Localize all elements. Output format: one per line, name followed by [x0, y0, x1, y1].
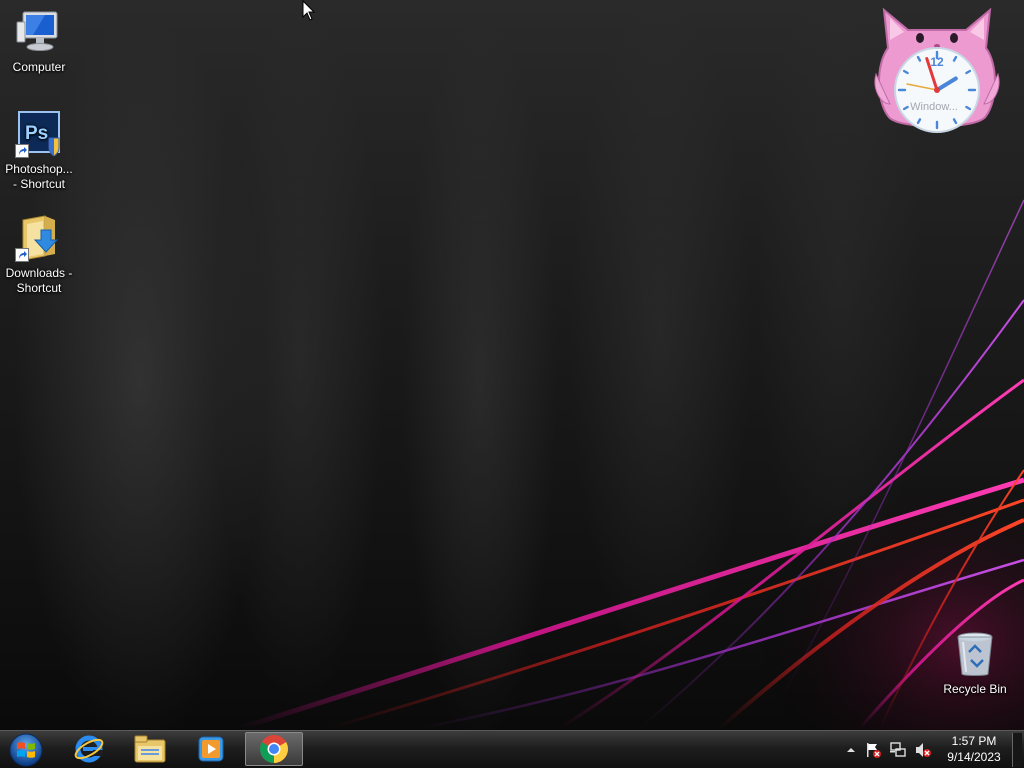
- file-explorer-icon: [134, 735, 166, 763]
- network-button[interactable]: [889, 741, 907, 759]
- network-icon: [890, 742, 906, 757]
- mouse-cursor-icon: [302, 0, 316, 21]
- desktop-icon-recycle-bin[interactable]: Recycle Bin: [937, 630, 1013, 697]
- wallpaper-light-streaks: [239, 199, 1024, 730]
- action-center-flag-icon: [867, 743, 881, 758]
- desktop-icon-label: Computer: [12, 60, 66, 74]
- shortcut-arrow-icon: [15, 144, 29, 158]
- media-player-icon: [198, 736, 224, 762]
- taskbar-chrome[interactable]: [245, 732, 303, 766]
- clock-numeral-12: 12: [930, 55, 944, 69]
- clock-date: 9/14/2023: [947, 750, 1001, 764]
- desktop-icon-photoshop-shortcut[interactable]: Ps Photoshop... - Shortcut: [1, 110, 77, 192]
- windows-logo-icon: [9, 733, 43, 767]
- desktop-icon-downloads-shortcut[interactable]: Downloads - Shortcut: [1, 214, 77, 296]
- action-center-button[interactable]: [864, 741, 882, 759]
- taskbar-internet-explorer[interactable]: [60, 732, 118, 766]
- start-button[interactable]: [6, 732, 46, 768]
- desktop-background[interactable]: Computer Ps Photoshop... - Shortcut Down…: [0, 0, 1024, 730]
- svg-text:Ps: Ps: [25, 123, 48, 144]
- notification-area: [840, 731, 940, 769]
- desktop-icon-label: Downloads -: [5, 266, 73, 280]
- desktop-icon-label: - Shortcut: [12, 177, 66, 191]
- chrome-icon: [260, 735, 288, 763]
- volume-muted-icon: [916, 743, 931, 757]
- show-hidden-icons-button[interactable]: [842, 741, 860, 759]
- desktop-icon-label: Photoshop...: [5, 162, 73, 176]
- show-desktop-button[interactable]: [1012, 733, 1022, 767]
- recycle-bin-icon: [951, 630, 999, 678]
- internet-explorer-icon: [74, 735, 104, 763]
- show-hidden-icons-chevron-icon: [847, 748, 855, 752]
- downloads-folder-icon: [15, 214, 63, 262]
- clock-gadget[interactable]: 12 Window...: [874, 4, 1000, 136]
- computer-icon: [15, 8, 63, 56]
- taskbar-media-player[interactable]: [182, 732, 240, 766]
- clock-gadget-caption: Window...: [910, 101, 958, 113]
- desktop-icon-computer[interactable]: Computer: [1, 8, 77, 75]
- taskbar: 1:57 PM 9/14/2023: [0, 730, 1024, 768]
- photoshop-icon: Ps: [15, 110, 63, 158]
- desktop-icon-label: Shortcut: [16, 281, 62, 295]
- taskbar-clock[interactable]: 1:57 PM 9/14/2023: [940, 733, 1008, 767]
- desktop-icon-label: Recycle Bin: [943, 682, 1007, 696]
- shortcut-arrow-icon: [15, 248, 29, 262]
- clock-time: 1:57 PM: [951, 734, 997, 748]
- volume-button[interactable]: [914, 741, 932, 759]
- taskbar-file-explorer[interactable]: [121, 732, 179, 766]
